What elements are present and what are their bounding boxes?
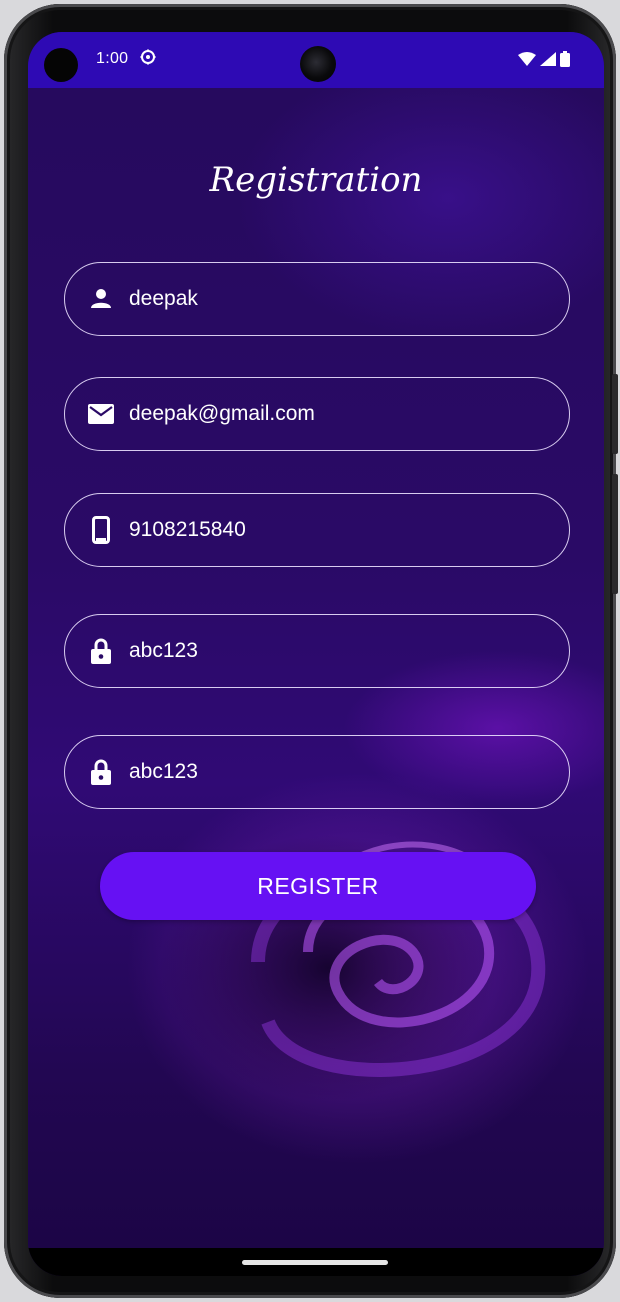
phone-field[interactable] — [64, 493, 570, 567]
lock-icon — [87, 758, 115, 786]
rose-decoration — [251, 841, 546, 1077]
front-camera-cutout — [44, 48, 78, 82]
status-icons — [518, 51, 570, 72]
wifi-icon — [518, 52, 536, 71]
power-button — [612, 374, 618, 454]
home-gesture-handle[interactable] — [242, 1260, 388, 1265]
phone-input[interactable] — [129, 518, 529, 542]
phone-frame: 1:00 Registration deepak deepak@gmail.co… — [4, 4, 618, 1298]
settings-gear-icon — [140, 49, 156, 65]
lock-icon — [87, 637, 115, 665]
envelope-icon — [87, 400, 115, 428]
name-field[interactable] — [64, 262, 570, 336]
email-input[interactable] — [129, 402, 529, 426]
navigation-bar — [28, 1248, 604, 1276]
confirm-password-field[interactable] — [64, 735, 570, 809]
cellular-signal-icon — [540, 52, 556, 71]
phone-screen: 1:00 Registration deepak deepak@gmail.co… — [28, 32, 604, 1276]
register-button[interactable]: REGISTER — [100, 852, 536, 920]
camera-icon — [300, 46, 336, 82]
email-field[interactable] — [64, 377, 570, 451]
smartphone-icon — [87, 516, 115, 544]
volume-button — [612, 474, 618, 594]
password-input[interactable] — [129, 639, 529, 663]
name-input[interactable] — [129, 287, 529, 311]
battery-icon — [560, 51, 570, 72]
confirm-password-input[interactable] — [129, 760, 529, 784]
person-icon — [87, 285, 115, 313]
page-title: Registration — [209, 160, 423, 200]
password-field[interactable] — [64, 614, 570, 688]
status-time: 1:00 — [96, 50, 129, 67]
